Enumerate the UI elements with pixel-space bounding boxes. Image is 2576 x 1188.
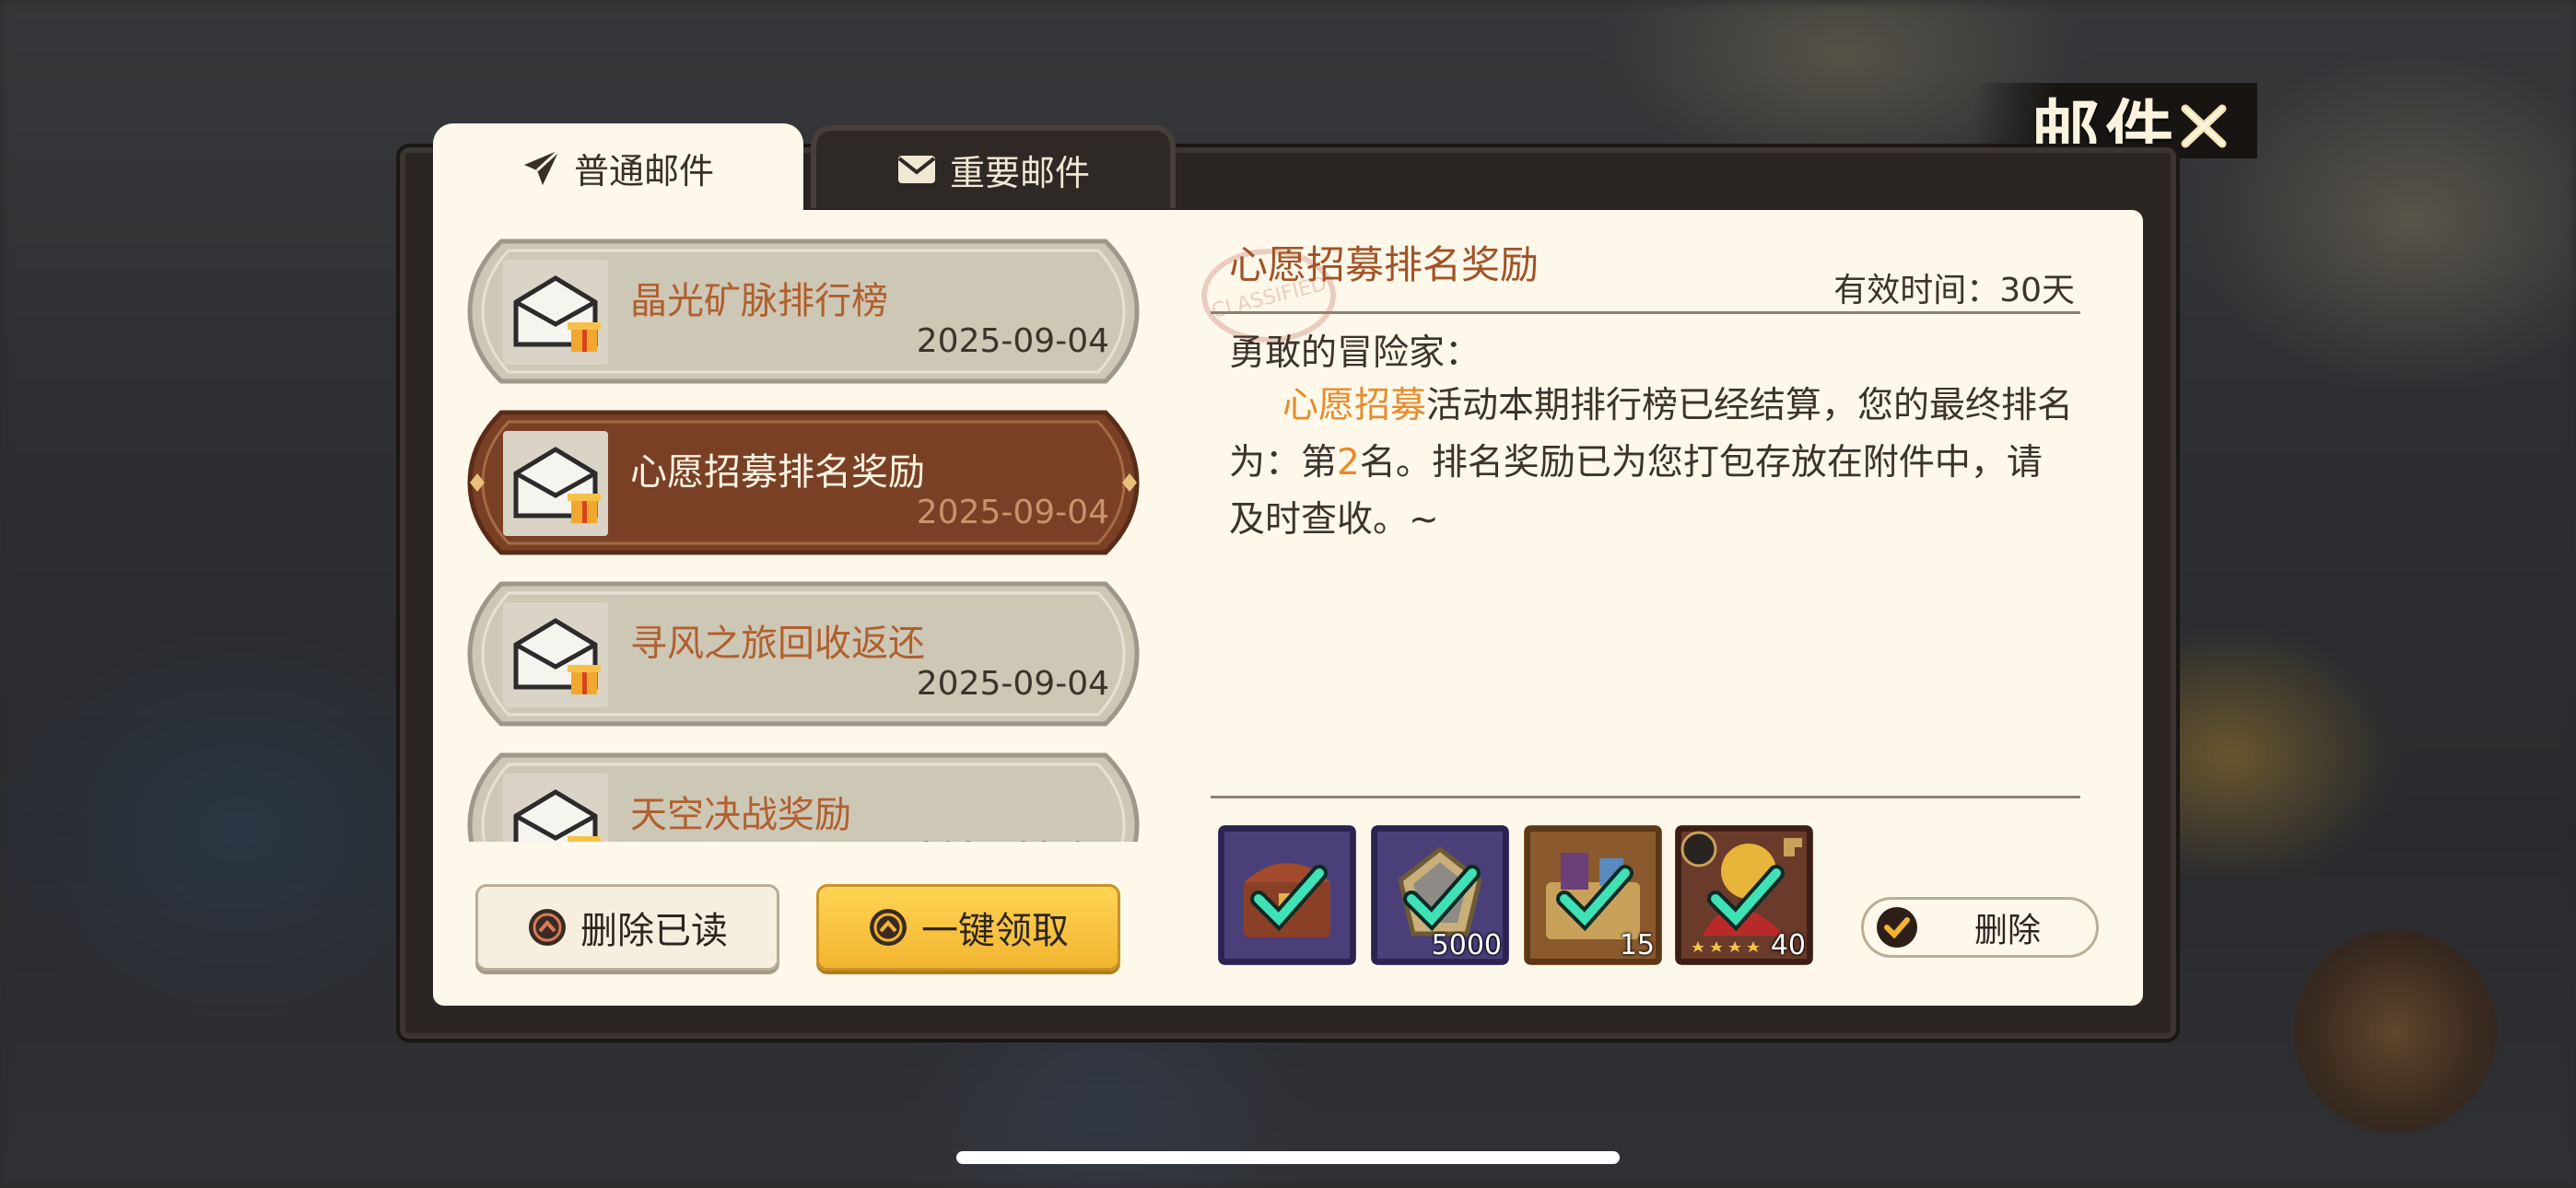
mail-detail-title: 心愿招募排名奖励 <box>1229 242 1540 287</box>
mail-title: 寻风之旅回收返还 <box>630 623 925 665</box>
close-button[interactable] <box>2176 98 2231 153</box>
tab-label: 普通邮件 <box>573 150 714 192</box>
mail-title: 天空决战奖励 <box>630 794 851 836</box>
rank-number: 2 <box>1337 442 1360 483</box>
divider <box>1211 311 2080 314</box>
paper-plane-icon <box>523 148 560 185</box>
mail-item[interactable]: 寻风之旅回收返还 2025-09-04 <box>464 578 1142 729</box>
tab-label: 重要邮件 <box>949 152 1090 193</box>
tab-important-mail[interactable]: 重要邮件 <box>811 125 1176 208</box>
mail-title: 心愿招募排名奖励 <box>630 451 925 494</box>
mail-gift-envelope-icon <box>503 260 608 365</box>
mail-gift-envelope-icon <box>503 431 608 536</box>
mail-date: 2025-09-04 <box>916 665 1109 703</box>
mail-date: 2025-09-04 <box>917 836 1109 842</box>
mail-date: 2025-09-04 <box>916 494 1109 531</box>
treasure-chest-reward-icon[interactable] <box>1218 825 1356 965</box>
supply-chest-reward-icon[interactable]: 15 <box>1524 825 1662 965</box>
delete-mail-button[interactable]: 删除 <box>1861 897 2099 958</box>
reward-count: 15 <box>1619 929 1655 961</box>
hero-shard-reward-icon[interactable]: 40 <box>1675 825 1813 965</box>
mail-item-selected[interactable]: 心愿招募排名奖励 2025-09-04 <box>464 407 1142 558</box>
home-indicator[interactable] <box>956 1151 1620 1164</box>
shop-side-button <box>2294 930 2497 1133</box>
reward-count: 5000 <box>1431 929 1502 961</box>
mail-title: 晶光矿脉排行榜 <box>630 280 888 322</box>
reward-count: 40 <box>1770 929 1806 961</box>
divider <box>1211 796 2080 798</box>
button-label: 删除 <box>1974 912 2042 949</box>
mail-body: 心愿招募活动本期排行榜已经结算，您的最终排名为：第2名。排名奖励已为您打包存放在… <box>1229 385 2074 541</box>
button-label: 删除已读 <box>580 910 728 952</box>
chevron-up-icon <box>529 909 566 946</box>
checkmark-icon <box>1877 907 1917 948</box>
highlight-text: 心愿招募 <box>1282 385 1427 426</box>
valid-time: 有效时间：30天 <box>1833 272 2075 309</box>
tab-normal-mail[interactable]: 普通邮件 <box>433 123 803 212</box>
mail-item[interactable]: 晶光矿脉排行榜 2025-09-04 <box>464 236 1142 387</box>
mail-greeting: 勇敢的冒险家： <box>1229 332 1481 374</box>
delete-read-button[interactable]: 删除已读 <box>475 884 779 971</box>
mail-item[interactable]: 天空决战奖励 2025-09-04 <box>464 750 1142 842</box>
button-label: 一键领取 <box>921 910 1069 952</box>
mail-list[interactable]: 晶光矿脉排行榜 2025-09-04 心愿招募排名奖励 2025-09-04 寻… <box>461 234 1146 842</box>
mail-date: 2025-09-04 <box>916 322 1109 360</box>
chevron-up-icon <box>870 909 907 946</box>
close-icon <box>2181 104 2227 148</box>
mail-gift-envelope-icon <box>503 774 608 842</box>
mail-gift-envelope-icon <box>503 602 608 707</box>
envelope-icon <box>897 156 936 183</box>
crystal-reward-icon[interactable]: 5000 <box>1371 825 1509 965</box>
claim-all-button[interactable]: 一键领取 <box>816 884 1120 971</box>
